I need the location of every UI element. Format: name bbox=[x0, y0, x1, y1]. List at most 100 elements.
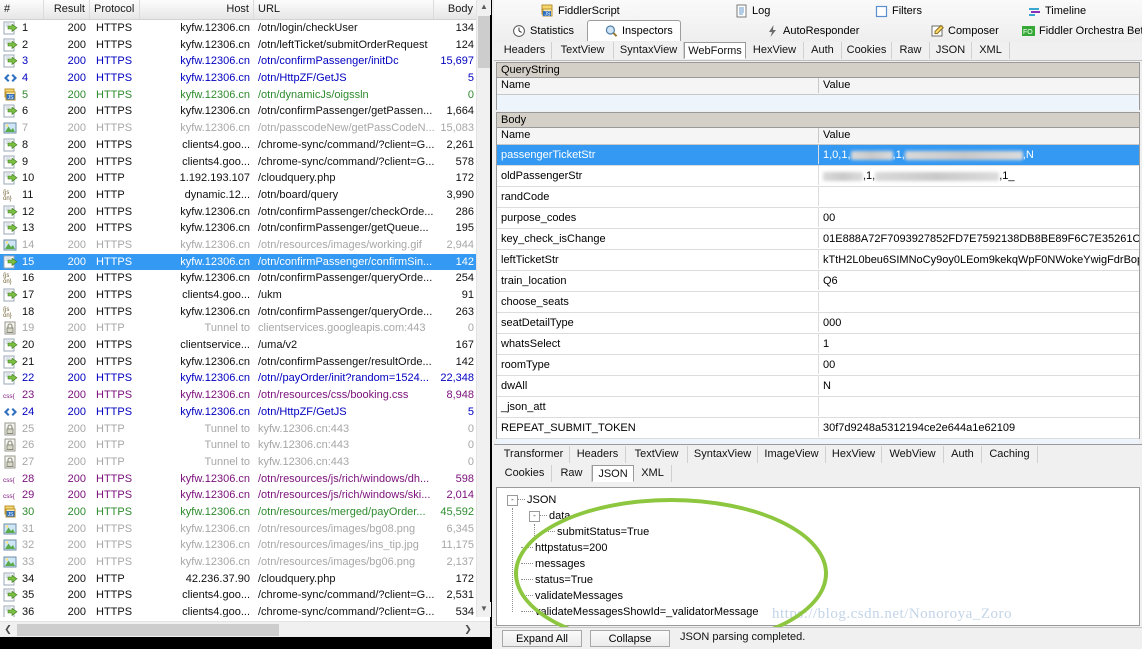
table-row[interactable]: JS 30 200 HTTPS kyfw.12306.cn/otn/resources/… bbox=[0, 504, 478, 521]
table-row[interactable]: 20 200 HTTPS clientservice.../uma/v2 167 bbox=[0, 337, 478, 354]
table-row[interactable]: 27 200 HTTP Tunnel to kyfw.12306.cn:443 0 bbox=[0, 454, 478, 471]
body-col-name[interactable]: Name bbox=[497, 128, 819, 143]
json-tree-node[interactable]: messages bbox=[497, 556, 1139, 572]
body-param-row[interactable]: passengerTicketStr 1,0,1, ,1, ,N bbox=[497, 145, 1139, 166]
request-tab-raw[interactable]: Raw bbox=[892, 42, 930, 59]
body-col-value[interactable]: Value bbox=[819, 128, 1139, 143]
table-row[interactable]: 7 200 HTTPS kyfw.12306.cn/otn/passcodeNew/g… bbox=[0, 120, 478, 137]
table-row[interactable]: 32 200 HTTPS kyfw.12306.cn/otn/resources/im… bbox=[0, 537, 478, 554]
response-tab-raw[interactable]: Raw bbox=[552, 465, 592, 482]
response-tab-hexview[interactable]: HexView bbox=[826, 446, 882, 463]
response-tab-textview[interactable]: TextView bbox=[626, 446, 688, 463]
json-tree-node[interactable]: status=True bbox=[497, 572, 1139, 588]
request-tab-textview[interactable]: TextView bbox=[552, 42, 614, 59]
body-param-row[interactable]: purpose_codes 00 bbox=[497, 208, 1139, 229]
table-row[interactable]: 31 200 HTTPS kyfw.12306.cn/otn/resources/im… bbox=[0, 521, 478, 538]
request-tab-headers[interactable]: Headers bbox=[498, 42, 552, 59]
response-tab-webview[interactable]: WebView bbox=[882, 446, 944, 463]
tab-autoresponder[interactable]: AutoResponder bbox=[763, 21, 859, 41]
request-tab-syntaxview[interactable]: SyntaxView bbox=[614, 42, 684, 59]
response-tab-transformer[interactable]: Transformer bbox=[498, 446, 570, 463]
table-row[interactable]: css{28 200 HTTPS kyfw.12306.cn/otn/resource… bbox=[0, 471, 478, 488]
table-row[interactable]: 15 200 HTTPS kyfw.12306.cn/otn/confirmPasse… bbox=[0, 253, 478, 271]
sessions-horizontal-scrollbar[interactable]: ❮ ❯ bbox=[0, 621, 490, 637]
table-row[interactable]: 4 200 HTTPS kyfw.12306.cn/otn/HttpZF/GetJS 5 bbox=[0, 70, 478, 87]
table-row[interactable]: 1 200 HTTPS kyfw.12306.cn/otn/login/checkUs… bbox=[0, 20, 478, 37]
body-param-row[interactable]: whatsSelect 1 bbox=[497, 334, 1139, 355]
response-tab-cookies[interactable]: Cookies bbox=[498, 465, 552, 482]
querystring-col-name[interactable]: Name bbox=[497, 78, 819, 93]
tab-timeline[interactable]: Timeline bbox=[1025, 1, 1086, 21]
querystring-col-value[interactable]: Value bbox=[819, 78, 1139, 93]
body-param-row[interactable]: choose_seats bbox=[497, 292, 1139, 313]
table-row[interactable]: 8 200 HTTPS clients4.goo.../chrome-sync/com… bbox=[0, 137, 478, 154]
json-tree-node[interactable]: - data bbox=[497, 508, 1139, 524]
table-row[interactable]: css{29 200 HTTPS kyfw.12306.cn/otn/resource… bbox=[0, 487, 478, 504]
scroll-right-arrow-icon[interactable]: ❯ bbox=[460, 622, 476, 637]
json-tree-node[interactable]: - JSON bbox=[497, 492, 1139, 508]
json-tree-node[interactable]: validateMessages bbox=[497, 588, 1139, 604]
table-row[interactable]: 6 200 HTTPS kyfw.12306.cn/otn/confirmPassen… bbox=[0, 103, 478, 120]
json-tree-view[interactable]: - JSON - data submitStatus=True httpstatus=20… bbox=[496, 487, 1140, 626]
scroll-down-arrow-icon[interactable]: ▼ bbox=[477, 602, 491, 617]
body-param-row[interactable]: key_check_isChange 01E888A72F7093927852FD… bbox=[497, 229, 1139, 250]
request-tab-webforms[interactable]: WebForms bbox=[684, 42, 746, 59]
table-row[interactable]: css{23 200 HTTPS kyfw.12306.cn/otn/resource… bbox=[0, 387, 478, 404]
table-row[interactable]: 25 200 HTTP Tunnel to kyfw.12306.cn:443 0 bbox=[0, 421, 478, 438]
column-header-result[interactable]: Result bbox=[44, 0, 90, 19]
column-header-url[interactable]: URL bbox=[254, 0, 434, 19]
table-row[interactable]: 17 200 HTTPS clients4.goo.../ukm 91 bbox=[0, 287, 478, 304]
response-tab-caching[interactable]: Caching bbox=[982, 446, 1038, 463]
request-inspector-tabs[interactable]: Headers TextView SyntaxView WebForms HexView… bbox=[494, 42, 1142, 61]
json-tree-node[interactable]: httpstatus=200 bbox=[497, 540, 1139, 556]
body-param-row[interactable]: dwAll N bbox=[497, 376, 1139, 397]
body-param-row[interactable]: randCode bbox=[497, 187, 1139, 208]
table-row[interactable]: 2 200 HTTPS kyfw.12306.cn/otn/leftTicket/su… bbox=[0, 37, 478, 54]
response-tab-imageview[interactable]: ImageView bbox=[758, 446, 826, 463]
request-tab-xml[interactable]: XML bbox=[972, 42, 1010, 59]
table-row[interactable]: 3 200 HTTPS kyfw.12306.cn/otn/confirmPassen… bbox=[0, 53, 478, 70]
table-row[interactable]: 36 200 HTTPS clients4.goo.../chrome-sync/co… bbox=[0, 604, 478, 617]
table-row[interactable]: {js on} 11 200 HTTP dynamic.12.../otn/board/q… bbox=[0, 187, 478, 204]
table-row[interactable]: 12 200 HTTPS kyfw.12306.cn/otn/confirmPasse… bbox=[0, 204, 478, 221]
column-header-host[interactable]: Host bbox=[140, 0, 254, 19]
table-row[interactable]: 35 200 HTTPS clients4.goo.../chrome-sync/co… bbox=[0, 587, 478, 604]
table-row[interactable]: 14 200 HTTPS kyfw.12306.cn/otn/resources/im… bbox=[0, 237, 478, 254]
table-row[interactable]: 33 200 HTTPS kyfw.12306.cn/otn/resources/im… bbox=[0, 554, 478, 571]
body-rows[interactable]: passengerTicketStr 1,0,1, ,1, ,N oldPassenge… bbox=[497, 145, 1139, 439]
body-param-row[interactable]: REPEAT_SUBMIT_TOKEN 30f7d9248a5312194ce2e… bbox=[497, 418, 1139, 439]
body-param-row[interactable]: leftTicketStr kTtH2L0beu6SIMNoCy9oy0LEom9… bbox=[497, 250, 1139, 271]
table-row[interactable]: 22 200 HTTPS kyfw.12306.cn/otn//payOrder/in… bbox=[0, 370, 478, 387]
request-tab-cookies[interactable]: Cookies bbox=[842, 42, 892, 59]
json-tree-node[interactable]: submitStatus=True bbox=[497, 524, 1139, 540]
tab-composer[interactable]: Composer bbox=[928, 21, 999, 41]
body-param-row[interactable]: roomType 00 bbox=[497, 355, 1139, 376]
body-param-row[interactable]: train_location Q6 bbox=[497, 271, 1139, 292]
table-row[interactable]: 24 200 HTTPS kyfw.12306.cn/otn/HttpZF/GetJS… bbox=[0, 404, 478, 421]
table-row[interactable]: 26 200 HTTP Tunnel to kyfw.12306.cn:443 0 bbox=[0, 437, 478, 454]
expand-all-button[interactable]: Expand All bbox=[502, 630, 582, 647]
tab-fiddlerscript[interactable]: JS FiddlerScript bbox=[538, 1, 620, 21]
table-row[interactable]: JS 5 200 HTTPS kyfw.12306.cn/otn/dynamicJs/o… bbox=[0, 87, 478, 104]
table-row[interactable]: {js on} 16 200 HTTPS kyfw.12306.cn/otn/confir… bbox=[0, 270, 478, 287]
tab-log[interactable]: Log bbox=[732, 1, 770, 21]
table-row[interactable]: 13 200 HTTPS kyfw.12306.cn/otn/confirmPasse… bbox=[0, 220, 478, 237]
horizontal-scroll-thumb[interactable] bbox=[17, 624, 279, 636]
session-rows[interactable]: 1 200 HTTPS kyfw.12306.cn/otn/login/checkUs… bbox=[0, 20, 478, 617]
response-inspector-tabs-row2[interactable]: Cookies Raw JSON XML bbox=[494, 464, 1142, 483]
table-row[interactable]: {js on} 18 200 HTTPS kyfw.12306.cn/otn/confir… bbox=[0, 304, 478, 321]
scroll-left-arrow-icon[interactable]: ❮ bbox=[0, 622, 16, 637]
tab-inspectors[interactable]: Inspectors bbox=[587, 20, 681, 41]
table-row[interactable]: 9 200 HTTPS clients4.goo.../chrome-sync/com… bbox=[0, 154, 478, 171]
response-tab-auth[interactable]: Auth bbox=[944, 446, 982, 463]
tab-fiddler-orchestra-beta[interactable]: FO Fiddler Orchestra Beta bbox=[1019, 21, 1142, 41]
request-tab-hexview[interactable]: HexView bbox=[746, 42, 804, 59]
column-header-num[interactable]: # bbox=[0, 0, 44, 19]
response-inspector-tabs-row1[interactable]: Transformer Headers TextView SyntaxView Imag… bbox=[494, 444, 1142, 464]
collapse-button[interactable]: Collapse bbox=[590, 630, 670, 647]
tab-statistics[interactable]: Statistics bbox=[510, 21, 574, 41]
vertical-scroll-thumb[interactable] bbox=[478, 16, 490, 68]
response-tab-headers[interactable]: Headers bbox=[570, 446, 626, 463]
sessions-vertical-scrollbar[interactable]: ▲ ▼ bbox=[476, 0, 491, 617]
tab-filters[interactable]: Filters bbox=[872, 1, 922, 21]
